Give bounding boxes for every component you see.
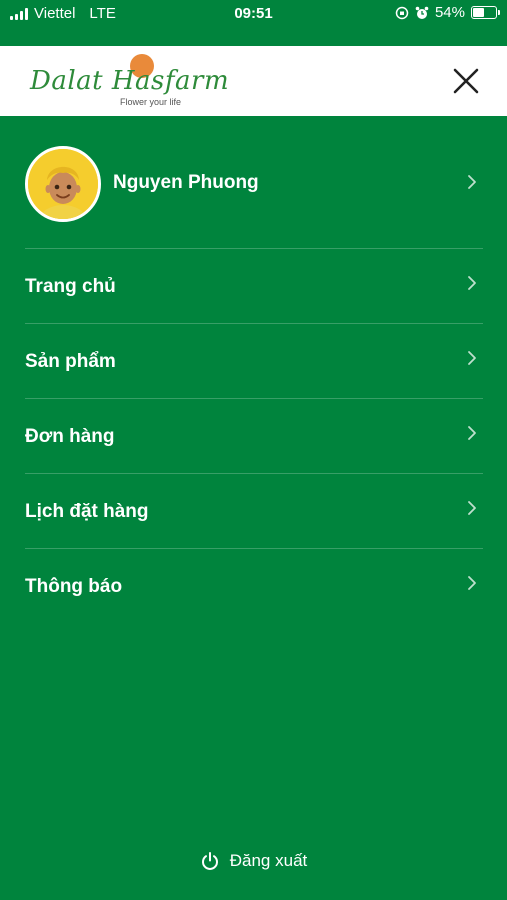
menu-item-orders[interactable]: Đơn hàng [25, 399, 483, 474]
menu-item-label: Đơn hàng [25, 426, 115, 447]
power-icon [201, 852, 218, 870]
avatar-boy-icon [28, 149, 98, 219]
chevron-right-icon [468, 351, 476, 365]
logout-label: Đăng xuất [229, 851, 308, 870]
menu-item-label: Lịch đặt hàng [25, 501, 149, 522]
chevron-right-icon [468, 501, 476, 515]
chevron-right-icon [468, 276, 476, 290]
menu-item-notifications[interactable]: Thông báo [25, 549, 483, 623]
alarm-icon [415, 6, 429, 19]
profile-row[interactable]: Nguyen Phuong [25, 116, 483, 249]
menu-item-label: Trang chủ [25, 276, 116, 297]
profile-name: Nguyen Phuong [113, 172, 259, 193]
status-bar: Viettel LTE 09:51 54% [0, 0, 507, 46]
menu-item-products[interactable]: Sản phẩm [25, 324, 483, 399]
chevron-right-icon [468, 426, 476, 440]
battery-level [473, 8, 484, 17]
chevron-right-icon [468, 576, 476, 590]
logo-tagline: Flower your life [120, 97, 182, 107]
logo-name: Dalat Hasfarm [30, 66, 230, 96]
dalat-hasfarm-logo: Dalat Hasfarm Flower your life [30, 54, 229, 110]
battery-percent: 54% [434, 4, 465, 21]
chevron-right-icon [468, 175, 476, 189]
logout-button[interactable]: Đăng xuất [0, 851, 507, 876]
app-header: Dalat Hasfarm Flower your life [0, 46, 507, 116]
menu-item-label: Thông báo [25, 576, 123, 597]
avatar [25, 146, 101, 222]
close-button[interactable] [451, 66, 481, 96]
orientation-lock-icon [395, 6, 409, 19]
menu-item-home[interactable]: Trang chủ [25, 249, 483, 324]
status-right: 54% [395, 4, 500, 21]
menu-item-label: Sản phẩm [25, 351, 116, 372]
side-menu: Nguyen Phuong Trang chủ Sản phẩm Đơn hàn… [25, 116, 483, 623]
battery-icon [471, 6, 500, 19]
close-icon [453, 68, 479, 94]
menu-item-order-schedule[interactable]: Lịch đặt hàng [25, 474, 483, 549]
